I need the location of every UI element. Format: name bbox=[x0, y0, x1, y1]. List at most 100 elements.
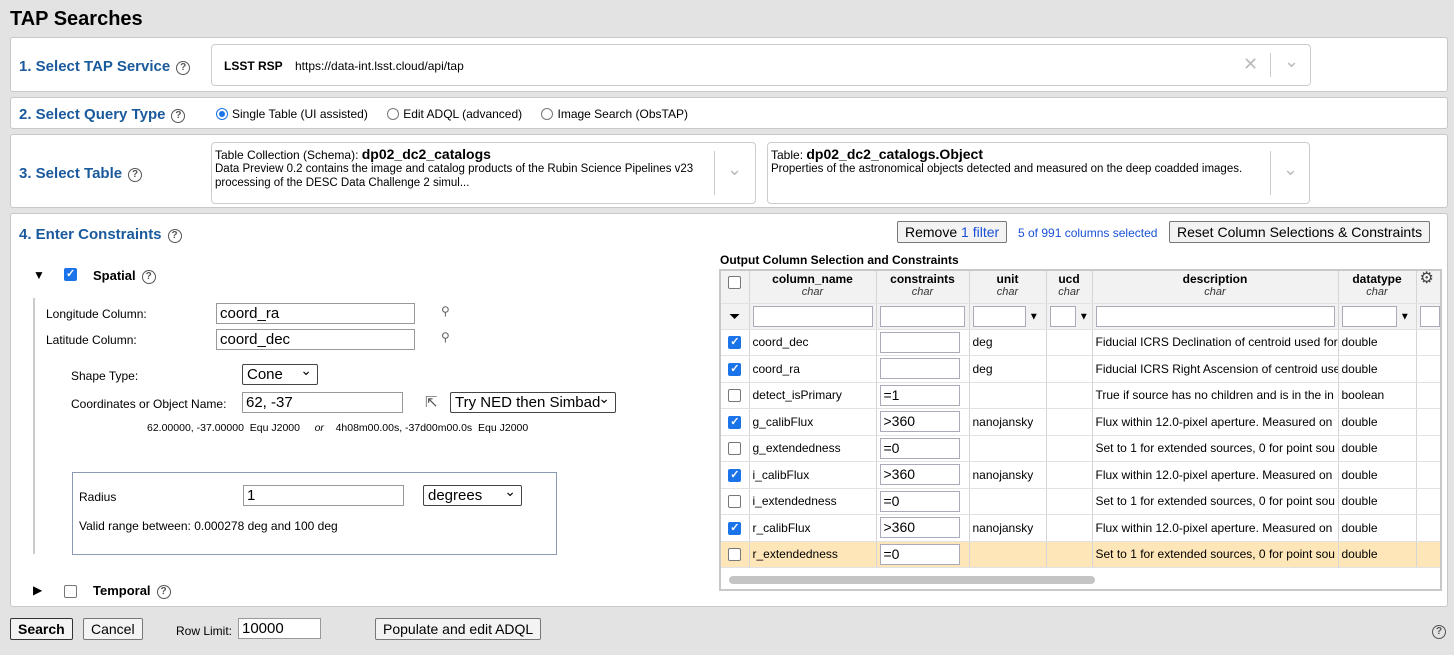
table-row[interactable]: coord_ra deg Fiducial ICRS Right Ascensi… bbox=[721, 355, 1440, 383]
constraint-input[interactable] bbox=[879, 358, 960, 380]
shape-type-select[interactable]: Cone bbox=[242, 361, 318, 385]
expand-triangle-icon[interactable]: ▶ bbox=[33, 583, 42, 597]
table-row[interactable]: i_extendedness =0 Set to 1 for extended … bbox=[721, 488, 1440, 515]
constraint-input[interactable]: >360 bbox=[879, 411, 960, 433]
table-row[interactable]: r_extendedness =0 Set to 1 for extended … bbox=[721, 541, 1440, 568]
tap-service-select[interactable]: LSST RSP https://data-int.lsst.cloud/api… bbox=[211, 44, 1311, 86]
constraint-input[interactable]: =1 bbox=[879, 384, 960, 406]
column-name-cell: detect_isPrimary bbox=[749, 382, 877, 409]
remove-filter-button[interactable]: Remove 1 filter bbox=[897, 221, 1008, 243]
ucd-cell bbox=[1046, 541, 1093, 568]
datatype-cell: double bbox=[1338, 355, 1417, 383]
table-row[interactable]: i_calibFlux >360 nanojansky Flux within … bbox=[721, 461, 1440, 489]
constraint-input[interactable]: =0 bbox=[879, 490, 960, 512]
coordinates-label: Coordinates or Object Name: bbox=[71, 397, 227, 411]
name-resolver-select[interactable]: Try NED then Simbad bbox=[450, 389, 616, 413]
unit-cell: nanojansky bbox=[969, 514, 1047, 542]
help-icon[interactable]: ? bbox=[167, 229, 182, 243]
gear-icon[interactable]: ⚙ bbox=[1420, 271, 1434, 287]
cancel-button[interactable]: Cancel bbox=[83, 618, 143, 640]
unit-cell bbox=[969, 382, 1047, 409]
filter-column-name[interactable] bbox=[752, 305, 873, 327]
select-tap-service-panel: 1. Select TAP Service? LSST RSP https://… bbox=[10, 37, 1448, 92]
temporal-checkbox[interactable] bbox=[64, 585, 77, 598]
latitude-input[interactable]: coord_dec bbox=[216, 329, 415, 350]
constraint-input[interactable] bbox=[879, 331, 960, 353]
row-checkbox[interactable] bbox=[728, 362, 742, 376]
table-title: Output Column Selection and Constraints bbox=[720, 253, 959, 267]
filter-ucd[interactable] bbox=[1049, 305, 1076, 327]
chevron-down-icon[interactable]: ⌄ bbox=[727, 159, 742, 180]
chevron-down-icon[interactable]: ⌄ bbox=[1284, 51, 1299, 72]
constraint-input[interactable]: >360 bbox=[879, 517, 960, 539]
section-3-title: 3. Select Table? bbox=[19, 165, 143, 182]
help-icon[interactable]: ? bbox=[156, 585, 171, 599]
columns-selected-link[interactable]: 5 of 991 columns selected bbox=[1018, 226, 1157, 240]
search-icon[interactable]: ⚲ bbox=[441, 304, 450, 318]
constraint-input[interactable]: =0 bbox=[879, 543, 960, 565]
unit-cell bbox=[969, 541, 1047, 568]
radio-single-table[interactable]: Single Table (UI assisted) bbox=[216, 107, 368, 121]
filter-icon[interactable]: ⏷ bbox=[721, 303, 750, 330]
cursor-click-icon[interactable]: ⇱ bbox=[425, 393, 438, 411]
clear-icon[interactable]: ✕ bbox=[1243, 54, 1258, 75]
table-row[interactable]: detect_isPrimary =1 True if source has n… bbox=[721, 382, 1440, 409]
spatial-checkbox[interactable] bbox=[64, 267, 77, 281]
constraint-input[interactable]: >360 bbox=[879, 464, 960, 486]
row-checkbox[interactable] bbox=[728, 495, 742, 509]
row-checkbox[interactable] bbox=[728, 335, 742, 350]
table-select[interactable]: Table: dp02_dc2_catalogs.Object Properti… bbox=[767, 142, 1310, 204]
table-row[interactable]: r_calibFlux >360 nanojansky Flux within … bbox=[721, 514, 1440, 542]
radio-image-search[interactable]: Image Search (ObsTAP) bbox=[541, 107, 688, 121]
row-checkbox[interactable] bbox=[728, 442, 742, 456]
row-limit-input[interactable]: 10000 bbox=[238, 618, 321, 639]
horizontal-scrollbar[interactable] bbox=[729, 576, 1095, 584]
valid-range-text: Valid range between: 0.000278 deg and 10… bbox=[79, 519, 338, 533]
coordinates-input[interactable]: 62, -37 bbox=[242, 392, 403, 413]
radio-edit-adql[interactable]: Edit ADQL (advanced) bbox=[387, 107, 522, 121]
row-checkbox[interactable] bbox=[728, 415, 742, 429]
help-icon[interactable]: ? bbox=[176, 61, 191, 75]
radius-input[interactable]: 1 bbox=[243, 485, 404, 506]
header-column-name[interactable]: column_name char bbox=[749, 271, 877, 304]
help-icon[interactable]: ? bbox=[1432, 625, 1446, 639]
column-name-cell: g_extendedness bbox=[749, 435, 877, 462]
help-icon[interactable]: ? bbox=[141, 270, 156, 284]
header-ucd[interactable]: ucd char bbox=[1046, 271, 1093, 304]
ucd-cell bbox=[1046, 488, 1093, 515]
help-icon[interactable]: ? bbox=[171, 109, 186, 123]
table-row[interactable]: g_extendedness =0 Set to 1 for extended … bbox=[721, 435, 1440, 462]
header-constraints[interactable]: constraints char bbox=[876, 271, 970, 304]
populate-adql-button[interactable]: Populate and edit ADQL bbox=[375, 618, 542, 640]
filter-constraints[interactable] bbox=[879, 305, 965, 327]
select-all-checkbox[interactable] bbox=[728, 276, 742, 289]
schema-select[interactable]: Table Collection (Schema): dp02_dc2_cata… bbox=[211, 142, 756, 204]
row-checkbox[interactable] bbox=[728, 389, 742, 403]
row-checkbox[interactable] bbox=[728, 521, 742, 535]
table-row[interactable]: g_calibFlux >360 nanojansky Flux within … bbox=[721, 408, 1440, 436]
unit-cell bbox=[969, 488, 1047, 515]
row-checkbox[interactable] bbox=[728, 468, 742, 482]
collapse-triangle-icon[interactable]: ▼ bbox=[33, 268, 45, 282]
chevron-down-icon[interactable]: ⌄ bbox=[1283, 159, 1298, 180]
filter-unit[interactable] bbox=[972, 305, 1026, 327]
row-checkbox[interactable] bbox=[728, 548, 742, 562]
filter-datatype[interactable] bbox=[1341, 305, 1397, 327]
header-description[interactable]: description char bbox=[1092, 271, 1339, 304]
longitude-input[interactable]: coord_ra bbox=[216, 303, 415, 324]
filter-description[interactable] bbox=[1095, 305, 1335, 327]
column-name-cell: coord_ra bbox=[749, 355, 877, 383]
datatype-cell: double bbox=[1338, 408, 1417, 436]
datatype-cell: double bbox=[1338, 488, 1417, 515]
header-datatype[interactable]: datatype char bbox=[1338, 271, 1417, 304]
table-row[interactable]: coord_dec deg Fiducial ICRS Declination … bbox=[721, 329, 1440, 356]
radius-unit-select[interactable]: degrees bbox=[423, 482, 522, 506]
search-icon[interactable]: ⚲ bbox=[441, 330, 450, 344]
header-unit[interactable]: unit char bbox=[969, 271, 1047, 304]
constraint-input[interactable]: =0 bbox=[879, 437, 960, 459]
search-button[interactable]: Search bbox=[10, 618, 73, 640]
help-icon[interactable]: ? bbox=[128, 168, 143, 182]
reset-button[interactable]: Reset Column Selections & Constraints bbox=[1169, 221, 1431, 243]
column-name-cell: g_calibFlux bbox=[749, 408, 877, 436]
datatype-cell: double bbox=[1338, 461, 1417, 489]
